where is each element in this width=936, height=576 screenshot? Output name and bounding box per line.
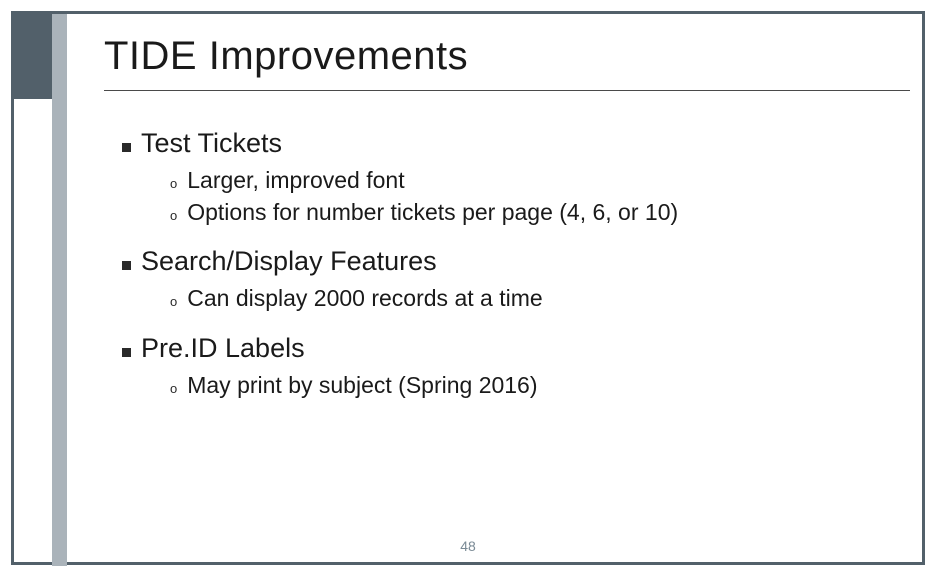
section-title: Search/Display Features (141, 246, 437, 277)
slide-border-top (11, 11, 925, 14)
accent-block-dark (14, 14, 52, 99)
section-head: Test Tickets (122, 128, 896, 159)
list-item-text: Larger, improved font (187, 165, 404, 197)
list-item-text: May print by subject (Spring 2016) (187, 370, 537, 402)
section-title: Test Tickets (141, 128, 282, 159)
bullet-square-icon (122, 348, 131, 357)
list-item: o Options for number tickets per page (4… (170, 197, 896, 229)
slide-title: TIDE Improvements (104, 34, 468, 79)
accent-block-light (52, 14, 67, 566)
list-item: o May print by subject (Spring 2016) (170, 370, 896, 402)
page-number: 48 (0, 538, 936, 554)
bullet-circle-icon: o (170, 175, 177, 193)
list-item-text: Can display 2000 records at a time (187, 283, 542, 315)
list-item: o Larger, improved font (170, 165, 896, 197)
list-item: o Can display 2000 records at a time (170, 283, 896, 315)
section-head: Pre.ID Labels (122, 333, 896, 364)
bullet-square-icon (122, 143, 131, 152)
section: Search/Display Features o Can display 20… (122, 246, 896, 315)
sub-list: o May print by subject (Spring 2016) (122, 370, 896, 402)
sub-list: o Larger, improved font o Options for nu… (122, 165, 896, 228)
sub-list: o Can display 2000 records at a time (122, 283, 896, 315)
section-head: Search/Display Features (122, 246, 896, 277)
bullet-circle-icon: o (170, 207, 177, 225)
bullet-square-icon (122, 261, 131, 270)
section: Test Tickets o Larger, improved font o O… (122, 128, 896, 228)
section-title: Pre.ID Labels (141, 333, 305, 364)
list-item-text: Options for number tickets per page (4, … (187, 197, 678, 229)
title-underline (104, 90, 910, 91)
slide-border-right (922, 11, 925, 565)
bullet-circle-icon: o (170, 293, 177, 311)
slide-border-bottom (11, 562, 925, 565)
slide-content: Test Tickets o Larger, improved font o O… (122, 128, 896, 420)
section: Pre.ID Labels o May print by subject (Sp… (122, 333, 896, 402)
bullet-circle-icon: o (170, 380, 177, 398)
